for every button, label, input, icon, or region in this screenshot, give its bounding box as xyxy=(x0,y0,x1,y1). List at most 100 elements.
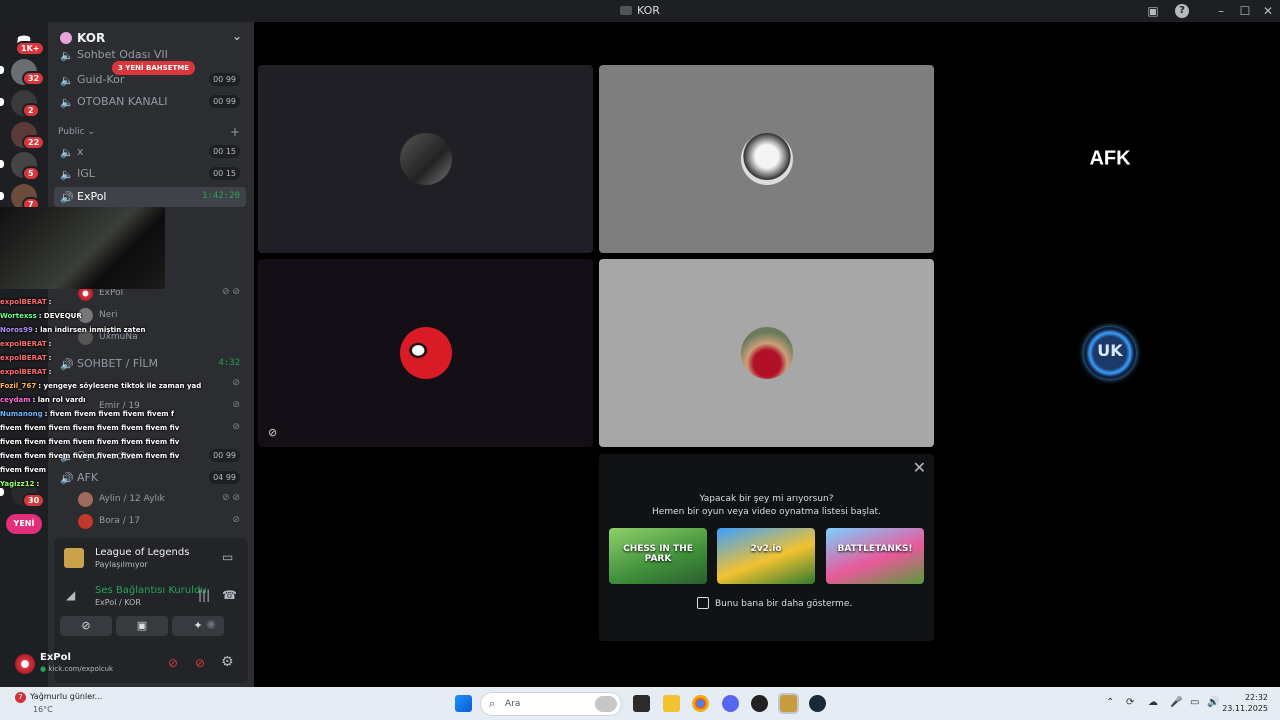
voice-status[interactable]: Ses Bağlantısı Kuruldu xyxy=(95,585,207,596)
server-header[interactable]: KOR ⌄ xyxy=(48,22,254,52)
user-avatar[interactable] xyxy=(15,654,35,674)
speaker-icon: 🔈 xyxy=(60,146,74,159)
chat-message: Numanong: fivem fivem fivem fivem fivem … xyxy=(0,407,190,421)
video-tile[interactable]: ⊘ xyxy=(258,259,593,447)
dont-show-checkbox[interactable]: Bunu bana bir daha gösterme. xyxy=(697,597,852,609)
home-badge: 1K+ xyxy=(15,41,46,56)
volume-icon[interactable]: 🔊 xyxy=(1207,697,1219,708)
video-tile[interactable]: AFK xyxy=(940,65,1280,253)
title-bar: KOR ▣ ? – ☐ ✕ xyxy=(0,0,1280,22)
chat-message: Fozil_767: yengeye söylesene tiktok ile … xyxy=(0,379,201,393)
chat-message: expolBERAT: xyxy=(0,295,190,309)
headset-deafened-icon[interactable]: ⊘ xyxy=(195,656,205,670)
chat-message: fivem fivem fivem fivem fivem fivem five… xyxy=(0,449,190,463)
voice-user[interactable]: Bora / 17 ⊘ xyxy=(78,512,246,532)
server-badge: 2 xyxy=(22,103,40,118)
channel-expol[interactable]: 🔊 ExPol 1:42:20 xyxy=(54,187,246,207)
discord-icon[interactable] xyxy=(722,695,739,712)
unread-pill xyxy=(0,192,4,200)
camera-off-icon: ⊘ xyxy=(268,426,278,439)
chat-text: fivem fivem fivem fivem fivem fivem five… xyxy=(0,424,180,432)
speaker-icon: 🔈 xyxy=(60,50,74,62)
minimize-button[interactable]: – xyxy=(1212,2,1230,20)
voice-channel[interactable]: ExPol / KOR xyxy=(95,598,141,607)
new-badge[interactable]: YENİ xyxy=(6,514,42,534)
signal-icon: ◢ xyxy=(66,588,76,602)
channel-igl[interactable]: 🔈 IGL 00 15 xyxy=(54,164,246,184)
participant-avatar xyxy=(399,133,452,185)
chat-message: fivem fivem fivem fivem fivem fivem five… xyxy=(0,421,190,435)
chat-text: fivem fivem fivem fivem fivem fivem five… xyxy=(0,438,180,446)
screen-share-button[interactable]: ▣ xyxy=(116,616,168,636)
close-window-button[interactable]: ✕ xyxy=(1259,2,1277,20)
sync-icon[interactable]: ⟳ xyxy=(1126,697,1134,708)
game-card-battletanks[interactable]: BATTLETANKS! xyxy=(826,528,924,584)
add-channel-icon[interactable]: + xyxy=(230,125,240,139)
channel-timer: 1:42:20 xyxy=(202,191,240,201)
user-count: 00 xyxy=(213,169,224,178)
camera-button[interactable]: ⊘ xyxy=(60,616,112,636)
user-count: 04 xyxy=(213,473,224,482)
stream-icon[interactable]: ▭ xyxy=(222,550,233,564)
chat-text: : yengeye söylesene tiktok ile zaman yad xyxy=(38,382,202,390)
channel-x[interactable]: 🔈 x 00 15 xyxy=(54,142,246,162)
window-title-text: KOR xyxy=(637,4,660,17)
video-tile[interactable] xyxy=(599,65,934,253)
chat-text: : lan indirsen inmiştin zaten xyxy=(34,326,146,334)
chevron-up-icon[interactable]: ⌃ xyxy=(1106,697,1114,708)
file-explorer-icon[interactable] xyxy=(663,695,680,712)
weather-badge: 7 xyxy=(15,692,26,703)
chat-message: Yagizz12: xyxy=(0,477,190,491)
video-tile[interactable] xyxy=(599,259,934,447)
user-limit-badge: 00 99 xyxy=(209,95,240,108)
noise-suppression-icon[interactable]: ||| xyxy=(198,588,210,602)
mic-muted-icon[interactable]: ⊘ xyxy=(168,656,178,670)
inbox-icon[interactable]: ▣ xyxy=(1144,2,1162,20)
app-icon[interactable] xyxy=(751,695,768,712)
maximize-button[interactable]: ☐ xyxy=(1236,2,1254,20)
microphone-icon[interactable]: 🎤 xyxy=(1170,697,1182,708)
game-icon xyxy=(64,548,84,568)
checkbox-icon[interactable] xyxy=(697,597,709,609)
steam-icon[interactable] xyxy=(809,695,826,712)
channel-name: Sohbet Odası VII xyxy=(77,50,168,61)
chrome-icon[interactable] xyxy=(692,695,709,712)
soundboard-icon[interactable]: ✺ xyxy=(206,618,216,632)
task-view-icon[interactable] xyxy=(633,695,650,712)
voice-user[interactable]: Aylin / 12 Aylık ⊘ ⊘ xyxy=(78,490,246,510)
clock[interactable]: 22:32 23.11.2025 xyxy=(1222,692,1268,714)
chat-message: expolBERAT: xyxy=(0,365,190,379)
close-icon[interactable]: ✕ xyxy=(913,458,926,477)
taskbar-search[interactable]: ⌕ Ara xyxy=(480,692,622,716)
weather-widget[interactable]: 7 Yağmurlu günler... 16°C xyxy=(15,692,102,714)
activities-button[interactable]: ✦ xyxy=(172,616,224,636)
user-limit-badge: 00 15 xyxy=(209,145,240,158)
start-menu-icon[interactable] xyxy=(455,695,472,712)
mute-deafen-icon: ⊘ ⊘ xyxy=(222,287,240,297)
avatar xyxy=(78,514,93,529)
cloud-icon[interactable]: ☁ xyxy=(1148,697,1158,708)
video-tile[interactable] xyxy=(258,65,593,253)
channel-otoban[interactable]: 🔈 OTOBAN KANALI 00 99 xyxy=(54,92,246,112)
chat-text: fivem fivem xyxy=(0,466,47,474)
help-icon[interactable]: ? xyxy=(1175,4,1189,18)
channel-name: OTOBAN KANALI xyxy=(77,95,168,108)
category-public[interactable]: Public ⌄ xyxy=(58,127,95,137)
chat-text: : xyxy=(48,340,52,348)
user-max: 15 xyxy=(225,147,236,156)
new-mentions-badge[interactable]: 3 YENİ BAHSETME xyxy=(112,61,196,75)
user-status-text: kick.com/expolcuk xyxy=(48,665,114,673)
video-tile[interactable]: UK xyxy=(940,259,1280,447)
game-card-chess[interactable]: CHESS IN THE PARK xyxy=(609,528,707,584)
chat-text: : xyxy=(36,480,40,488)
league-of-legends-icon[interactable] xyxy=(778,693,799,714)
settings-gear-icon[interactable]: ⚙ xyxy=(221,654,234,670)
disconnect-icon[interactable]: ☎ xyxy=(222,588,237,602)
chat-text: : fivem fivem fivem fivem fivem f xyxy=(44,410,175,418)
chat-text: : lan rol vardı xyxy=(32,396,86,404)
user-max: 99 xyxy=(225,473,236,482)
user-status: ● kick.com/expolcuk xyxy=(40,665,113,673)
game-card-2v2[interactable]: 2v2.io xyxy=(717,528,815,584)
monitor-icon[interactable]: ▭ xyxy=(1190,697,1199,708)
server-badge: 22 xyxy=(22,135,46,150)
